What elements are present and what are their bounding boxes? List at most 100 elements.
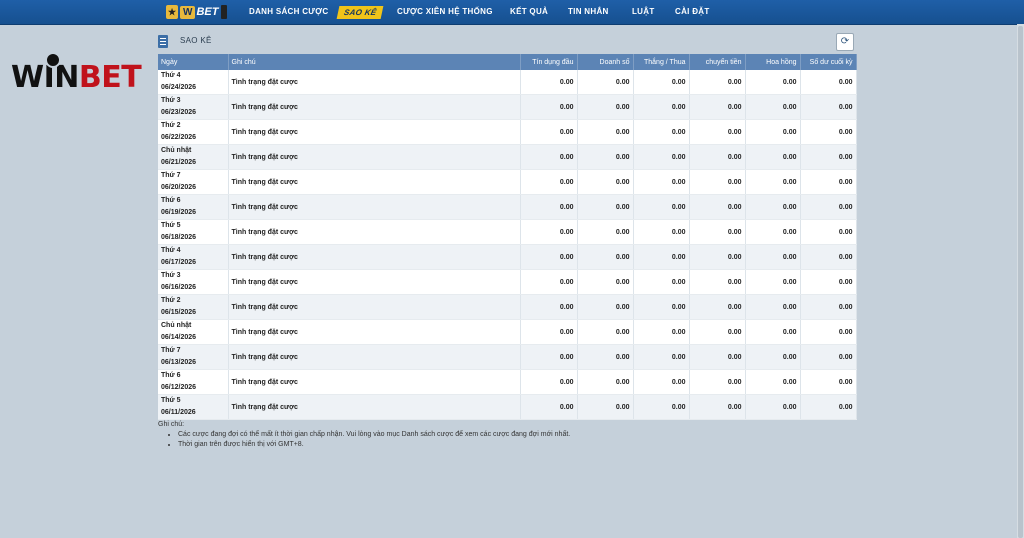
cell-commission: 0.00 [745, 294, 801, 320]
brand-w: W [180, 5, 196, 19]
cell-winloss: 0.00 [633, 70, 690, 95]
cell-transfer: 0.00 [689, 394, 746, 420]
col-header-balance: Số dư cuối kỳ [800, 54, 857, 70]
cell-turnover: 0.00 [577, 119, 634, 145]
cell-transfer: 0.00 [689, 194, 746, 220]
col-header-note: Ghi chú [228, 54, 521, 70]
nav-ket-qua[interactable]: KẾT QUẢ [510, 0, 548, 24]
cell-note: Tình trạng đặt cược [228, 344, 521, 370]
cell-transfer: 0.00 [689, 169, 746, 195]
page-title: SAO KÊ [180, 36, 212, 45]
cell-balance: 0.00 [800, 369, 857, 395]
note-item: Thời gian trên được hiển thị với GMT+8. [178, 440, 570, 450]
nav-cuoc-xien-he-thong[interactable]: CƯỢC XIÊN HỆ THỐNG [397, 0, 493, 24]
cell-balance: 0.00 [800, 119, 857, 145]
col-header-credit: Tín dụng đầu [520, 54, 578, 70]
table-row: Thứ 4 06/17/2026 Tình trạng đặt cược 0.00 0.… [158, 244, 857, 270]
statement-table: Ngày Ghi chú Tín dụng đầu Doanh số Thắng… [158, 54, 857, 420]
cell-note: Tình trạng đặt cược [228, 169, 521, 195]
nav-cai-dat[interactable]: CÀI ĐẶT [675, 0, 710, 24]
cell-date-value: 06/21/2026 [161, 159, 197, 166]
cell-date: Thứ 3 06/16/2026 [158, 269, 229, 295]
cell-transfer: 0.00 [689, 269, 746, 295]
nav-sao-ke[interactable]: SAO KÊ [336, 6, 384, 19]
cell-date: Thứ 6 06/12/2026 [158, 369, 229, 395]
brand-tag-icon [221, 5, 228, 19]
cell-turnover: 0.00 [577, 344, 634, 370]
refresh-icon: ⟳ [840, 36, 850, 47]
logo-crest-icon [45, 52, 61, 68]
table-row: Thứ 3 06/23/2026 Tình trạng đặt cược 0.00 0.… [158, 94, 857, 120]
brand-text: BET [196, 6, 219, 18]
cell-credit: 0.00 [520, 294, 578, 320]
refresh-button[interactable]: ⟳ [836, 33, 854, 51]
cell-weekday: Thứ 7 [161, 172, 181, 179]
cell-transfer: 0.00 [689, 119, 746, 145]
cell-credit: 0.00 [520, 394, 578, 420]
table-row: Thứ 2 06/15/2026 Tình trạng đặt cược 0.00 0.… [158, 294, 857, 320]
cell-date-value: 06/24/2026 [161, 84, 197, 91]
cell-weekday: Thứ 5 [161, 222, 181, 229]
table-row: Thứ 5 06/11/2026 Tình trạng đặt cược 0.00 0.… [158, 394, 857, 420]
cell-weekday: Thứ 2 [161, 297, 181, 304]
table-row: Thứ 3 06/16/2026 Tình trạng đặt cược 0.00 0.… [158, 269, 857, 295]
cell-weekday: Thứ 4 [161, 72, 181, 79]
cell-weekday: Thứ 3 [161, 272, 181, 279]
cell-turnover: 0.00 [577, 194, 634, 220]
cell-date: Chủ nhật 06/21/2026 [158, 144, 229, 170]
cell-note: Tình trạng đặt cược [228, 369, 521, 395]
page-scrollbar[interactable] [1017, 24, 1024, 538]
brand-emblem-icon: ★ [166, 5, 178, 19]
nav-luat[interactable]: LUẬT [632, 0, 655, 24]
cell-balance: 0.00 [800, 194, 857, 220]
cell-note: Tình trạng đặt cược [228, 294, 521, 320]
cell-credit: 0.00 [520, 244, 578, 270]
cell-commission: 0.00 [745, 269, 801, 295]
cell-credit: 0.00 [520, 269, 578, 295]
cell-balance: 0.00 [800, 70, 857, 95]
cell-credit: 0.00 [520, 369, 578, 395]
cell-date: Thứ 5 06/18/2026 [158, 219, 229, 245]
cell-winloss: 0.00 [633, 294, 690, 320]
cell-note: Tình trạng đặt cược [228, 119, 521, 145]
cell-winloss: 0.00 [633, 344, 690, 370]
cell-date: Thứ 4 06/17/2026 [158, 244, 229, 270]
cell-weekday: Chủ nhật [161, 322, 192, 329]
nav-tin-nhan[interactable]: TIN NHẮN [568, 0, 609, 24]
cell-transfer: 0.00 [689, 294, 746, 320]
table-row: Thứ 6 06/19/2026 Tình trạng đặt cược 0.00 0.… [158, 194, 857, 220]
cell-transfer: 0.00 [689, 344, 746, 370]
cell-date-value: 06/22/2026 [161, 134, 197, 141]
nav-danh-sach-cuoc[interactable]: DANH SÁCH CƯỢC [249, 0, 328, 24]
cell-date: Thứ 5 06/11/2026 [158, 394, 229, 420]
cell-commission: 0.00 [745, 369, 801, 395]
cell-weekday: Thứ 3 [161, 97, 181, 104]
cell-credit: 0.00 [520, 70, 578, 95]
document-icon [158, 35, 168, 48]
cell-transfer: 0.00 [689, 244, 746, 270]
table-row: Chủ nhật 06/21/2026 Tình trạng đặt cược 0.0… [158, 144, 857, 170]
cell-date: Chủ nhật 06/14/2026 [158, 319, 229, 345]
cell-date-value: 06/16/2026 [161, 284, 197, 291]
col-header-winloss: Thắng / Thua [633, 54, 690, 70]
cell-transfer: 0.00 [689, 369, 746, 395]
table-row: Thứ 5 06/18/2026 Tình trạng đặt cược 0.00 0.… [158, 219, 857, 245]
cell-turnover: 0.00 [577, 319, 634, 345]
cell-date-value: 06/19/2026 [161, 209, 197, 216]
scrollbar-thumb[interactable] [1018, 26, 1023, 538]
cell-transfer: 0.00 [689, 144, 746, 170]
cell-transfer: 0.00 [689, 219, 746, 245]
cell-commission: 0.00 [745, 169, 801, 195]
cell-balance: 0.00 [800, 144, 857, 170]
cell-note: Tình trạng đặt cược [228, 244, 521, 270]
cell-balance: 0.00 [800, 269, 857, 295]
cell-date: Thứ 7 06/20/2026 [158, 169, 229, 195]
cell-credit: 0.00 [520, 144, 578, 170]
table-row: Thứ 7 06/20/2026 Tình trạng đặt cược 0.00 0.… [158, 169, 857, 195]
cell-winloss: 0.00 [633, 169, 690, 195]
cell-transfer: 0.00 [689, 319, 746, 345]
brand-logo[interactable]: ★ W BET [166, 3, 236, 21]
cell-transfer: 0.00 [689, 70, 746, 95]
cell-commission: 0.00 [745, 70, 801, 95]
winbet-logo: WINBET [11, 52, 143, 98]
